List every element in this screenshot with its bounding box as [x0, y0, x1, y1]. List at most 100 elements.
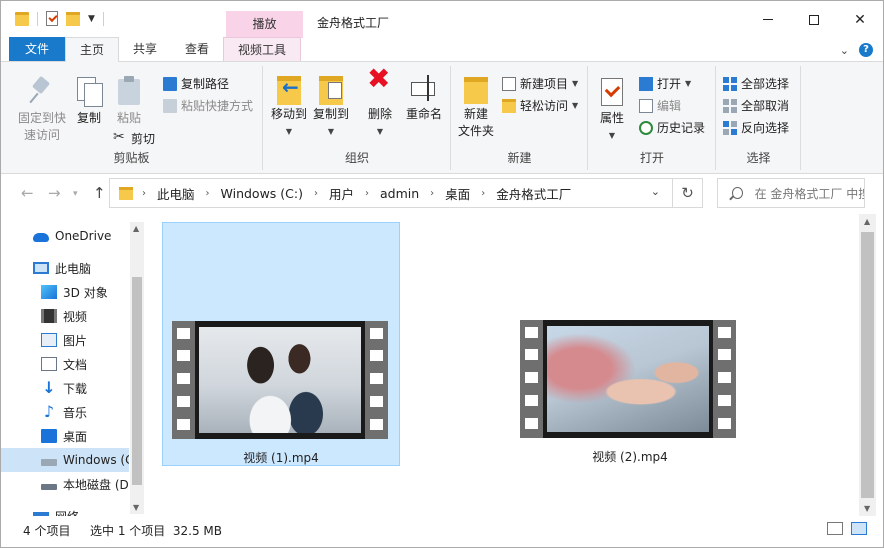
- history-label: 历史记录: [657, 121, 706, 135]
- file-tile[interactable]: 视频 (2).mp4: [511, 222, 749, 466]
- recent-locations-chevron-icon[interactable]: ▾: [73, 189, 78, 199]
- new-item-button[interactable]: 新建项目 ▼: [502, 75, 578, 92]
- chevron-right-icon[interactable]: ›: [430, 188, 434, 199]
- select-all-button[interactable]: 全部选择: [723, 75, 789, 92]
- details-view-icon[interactable]: [827, 522, 843, 535]
- copy-button[interactable]: 复制: [73, 76, 105, 127]
- invert-selection-button[interactable]: 反向选择: [723, 119, 789, 136]
- breadcrumb-desktop[interactable]: 桌面: [445, 184, 470, 203]
- close-button[interactable]: ✕: [837, 1, 883, 38]
- scroll-down-icon[interactable]: ▼: [133, 503, 139, 512]
- nav-item-documents[interactable]: 文档: [1, 352, 129, 376]
- chevron-down-icon[interactable]: ▼: [88, 14, 95, 24]
- easy-access-button[interactable]: 轻松访问 ▼: [502, 97, 578, 114]
- nav-item-pictures[interactable]: 图片: [1, 328, 129, 352]
- film-hole: [177, 373, 190, 384]
- minimize-button[interactable]: [745, 1, 791, 38]
- file-name: 视频 (1).mp4: [243, 451, 319, 465]
- drive-icon: [41, 483, 57, 490]
- tab-home[interactable]: 主页: [65, 37, 120, 62]
- ribbon-expand-chevron-icon[interactable]: ⌄: [840, 44, 849, 57]
- nav-pane-scrollbar[interactable]: ▲ ▼: [130, 222, 144, 514]
- tab-file[interactable]: 文件: [9, 37, 65, 61]
- properties-icon[interactable]: [46, 11, 58, 26]
- explorer-window: ▼ 播放 金舟格式工厂 ✕ 文件 主页 共享 查看 视频工具 ⌄ ? 固定到快 …: [0, 0, 884, 548]
- search-box[interactable]: 在 金舟格式工厂 中搜索: [717, 178, 865, 208]
- ribbon: 固定到快 速访问 复制 粘贴 复制路径 粘贴快捷方式 剪切 剪贴: [1, 62, 883, 174]
- copy-path-button[interactable]: 复制路径: [163, 75, 229, 92]
- tab-share[interactable]: 共享: [119, 37, 171, 61]
- nav-item-network[interactable]: 网络: [1, 504, 129, 516]
- copy-to-button[interactable]: 复制到 ▼: [312, 72, 350, 140]
- chevron-right-icon[interactable]: ›: [481, 188, 485, 199]
- address-dropdown-chevron-icon[interactable]: ⌄: [651, 185, 660, 198]
- cut-button[interactable]: 剪切: [113, 129, 155, 147]
- large-icons-view-icon[interactable]: [851, 522, 867, 535]
- address-bar[interactable]: › 此电脑 › Windows (C:) › 用户 › admin › 桌面 ›…: [109, 178, 703, 208]
- film-strip: [713, 320, 736, 438]
- rename-button[interactable]: 重命名: [404, 72, 444, 123]
- nav-item-downloads[interactable]: ↓ 下载: [1, 376, 129, 400]
- chevron-right-icon[interactable]: ›: [206, 188, 210, 199]
- select-none-button[interactable]: 全部取消: [723, 97, 789, 114]
- breadcrumb-admin[interactable]: admin: [380, 186, 419, 201]
- file-tile[interactable]: 视频 (1).mp4: [162, 222, 400, 466]
- maximize-button[interactable]: [791, 1, 837, 38]
- history-button[interactable]: 历史记录: [639, 119, 705, 136]
- chevron-right-icon[interactable]: ›: [142, 188, 146, 199]
- content-scroll-thumb[interactable]: [861, 232, 874, 498]
- nav-item-label: 桌面: [63, 429, 88, 444]
- up-arrow-icon[interactable]: ↑: [93, 184, 106, 202]
- scroll-up-icon[interactable]: ▲: [864, 217, 870, 226]
- edit-button[interactable]: 编辑: [639, 97, 681, 114]
- nav-item-music[interactable]: ♪ 音乐: [1, 400, 129, 424]
- nav-item-desktop[interactable]: 桌面: [1, 424, 129, 448]
- new-folder-button[interactable]: 新建 文件夹: [456, 72, 496, 140]
- film-hole: [718, 327, 731, 338]
- paste-icon: [114, 76, 144, 106]
- breadcrumb-this-pc[interactable]: 此电脑: [157, 184, 195, 203]
- tab-view[interactable]: 查看: [171, 37, 223, 61]
- navigation-pane: OneDrive 此电脑 3D 对象 视频 图片 文档 ↓ 下载 ♪ 音乐 桌面…: [1, 214, 146, 516]
- paste-label: 粘贴: [116, 111, 141, 125]
- breadcrumb-users[interactable]: 用户: [329, 184, 354, 203]
- properties-label: 属性: [599, 111, 624, 125]
- nav-item-videos[interactable]: 视频: [1, 304, 129, 328]
- chevron-down-icon: ▼: [572, 79, 579, 88]
- search-input[interactable]: 在 金舟格式工厂 中搜索: [755, 185, 864, 202]
- content-scrollbar[interactable]: ▲ ▼: [859, 214, 876, 516]
- new-folder-icon[interactable]: [66, 11, 80, 26]
- scroll-up-icon[interactable]: ▲: [133, 224, 139, 233]
- refresh-icon[interactable]: ↻: [672, 179, 702, 207]
- tab-video-tools[interactable]: 视频工具: [223, 37, 302, 61]
- delete-button[interactable]: 删除 ▼: [364, 70, 396, 140]
- paste-button[interactable]: 粘贴: [113, 76, 145, 127]
- chevron-right-icon[interactable]: ›: [314, 188, 318, 199]
- nav-item-this-pc[interactable]: 此电脑: [1, 256, 129, 280]
- help-icon[interactable]: ?: [859, 43, 873, 57]
- nav-item-label: 此电脑: [55, 261, 92, 276]
- nav-pane-scroll-thumb[interactable]: [132, 277, 142, 485]
- scroll-down-icon[interactable]: ▼: [864, 504, 870, 513]
- back-arrow-icon[interactable]: ←: [21, 184, 34, 202]
- nav-item-3d-objects[interactable]: 3D 对象: [1, 280, 129, 304]
- pin-quick-access-button[interactable]: 固定到快 速访问: [15, 76, 69, 144]
- forward-arrow-icon[interactable]: →: [48, 184, 61, 202]
- ribbon-tabs: 文件 主页 共享 查看 视频工具 ⌄ ?: [1, 37, 883, 62]
- nav-item-windows-c[interactable]: Windows (C:): [1, 448, 129, 472]
- properties-button[interactable]: 属性 ▼: [595, 76, 629, 144]
- breadcrumb-windows-c[interactable]: Windows (C:): [221, 186, 303, 201]
- 3d-objects-icon: [41, 285, 57, 299]
- film-hole: [718, 418, 731, 429]
- breadcrumb-current-folder[interactable]: 金舟格式工厂: [496, 184, 571, 203]
- group-open: 属性 ▼ 打开 ▼ 编辑 历史记录 打开: [589, 66, 716, 170]
- open-button[interactable]: 打开 ▼: [639, 75, 691, 92]
- paste-shortcut-button[interactable]: 粘贴快捷方式: [163, 97, 253, 114]
- delete-icon: [365, 70, 395, 102]
- film-hole: [525, 372, 538, 383]
- nav-item-onedrive[interactable]: OneDrive: [1, 224, 129, 248]
- nav-item-local-disk-d[interactable]: 本地磁盘 (D:): [1, 472, 129, 496]
- new-item-label: 新建项目: [520, 77, 569, 91]
- move-to-button[interactable]: 移动到 ▼: [270, 72, 308, 140]
- chevron-right-icon[interactable]: ›: [365, 188, 369, 199]
